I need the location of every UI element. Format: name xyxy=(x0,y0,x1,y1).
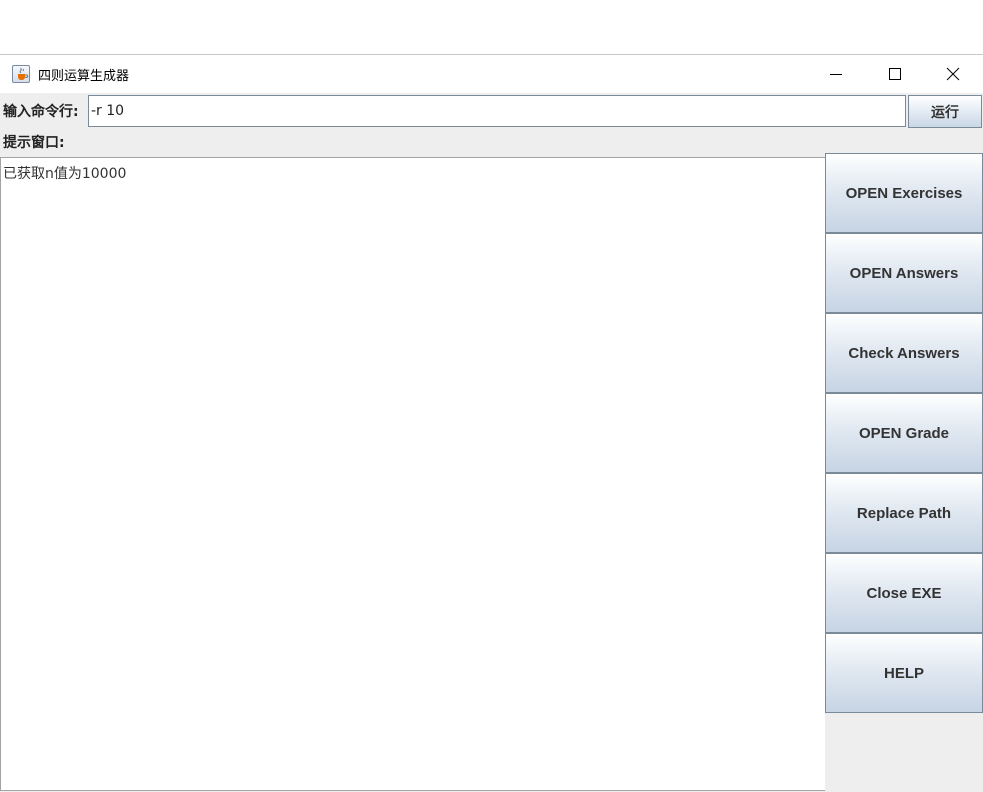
desktop-background xyxy=(0,0,983,54)
open-exercises-button[interactable]: OPEN Exercises xyxy=(825,153,983,233)
title-bar[interactable]: 四则运算生成器 xyxy=(0,55,983,93)
maximize-icon xyxy=(889,68,901,80)
output-textarea[interactable]: 已获取n值为10000 xyxy=(0,157,825,791)
command-label: 输入命令行: xyxy=(3,104,79,120)
help-button[interactable]: HELP xyxy=(825,633,983,713)
close-exe-button[interactable]: Close EXE xyxy=(825,553,983,633)
command-input[interactable] xyxy=(88,95,906,127)
check-answers-button[interactable]: Check Answers xyxy=(825,313,983,393)
maximize-button[interactable] xyxy=(866,55,924,93)
close-icon xyxy=(946,67,960,81)
run-button[interactable]: 运行 xyxy=(908,95,982,128)
app-window: 四则运算生成器 输入命令行: 运行 提示窗口: 已获取n值为10000 OPEN… xyxy=(0,54,983,792)
close-button[interactable] xyxy=(924,55,982,93)
prompt-label: 提示窗口: xyxy=(3,135,65,151)
open-grade-button[interactable]: OPEN Grade xyxy=(825,393,983,473)
action-button-panel: OPEN Exercises OPEN Answers Check Answer… xyxy=(825,153,983,713)
output-message: 已获取n值为10000 xyxy=(3,166,127,182)
minimize-icon xyxy=(830,74,842,75)
java-cup-icon xyxy=(12,65,30,83)
replace-path-button[interactable]: Replace Path xyxy=(825,473,983,553)
minimize-button[interactable] xyxy=(807,55,865,93)
window-title: 四则运算生成器 xyxy=(38,69,130,84)
open-answers-button[interactable]: OPEN Answers xyxy=(825,233,983,313)
